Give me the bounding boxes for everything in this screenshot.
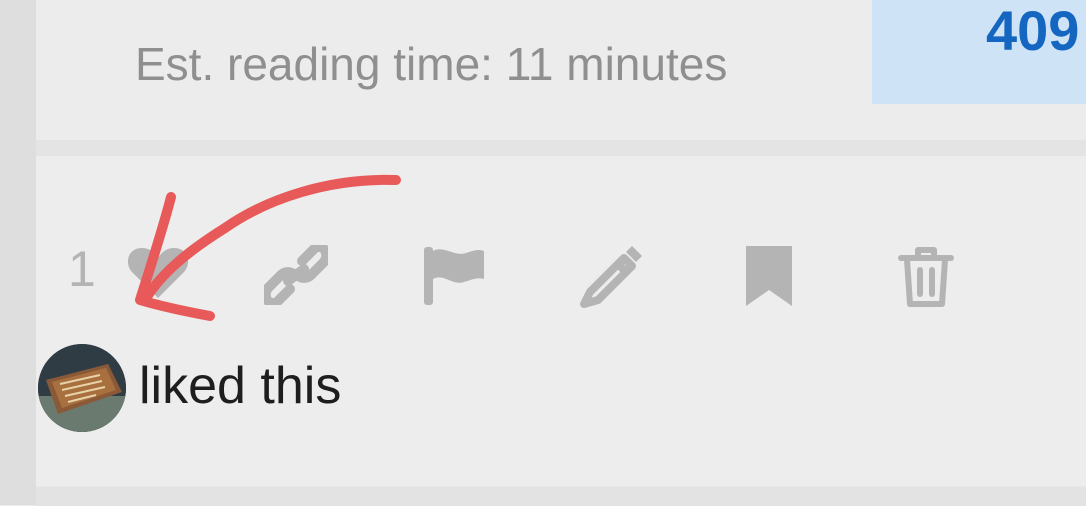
heart-icon[interactable]	[126, 244, 190, 300]
bottom-divider	[36, 486, 1086, 506]
stat-box[interactable]: 409	[872, 0, 1086, 104]
like-count[interactable]: 1	[68, 240, 96, 298]
post-actions-area	[36, 156, 1086, 486]
flag-icon[interactable]	[424, 247, 486, 307]
reading-time-text: Est. reading time: 11 minutes	[135, 38, 728, 90]
divider	[36, 140, 1086, 156]
avatar[interactable]	[38, 344, 126, 432]
left-rail	[0, 0, 36, 505]
trash-icon[interactable]	[898, 246, 954, 308]
link-icon[interactable]	[264, 245, 328, 305]
stat-number: 409	[986, 0, 1080, 62]
bookmark-icon[interactable]	[744, 246, 794, 308]
liked-this-text: liked this	[139, 357, 342, 415]
pencil-icon[interactable]	[578, 246, 642, 308]
